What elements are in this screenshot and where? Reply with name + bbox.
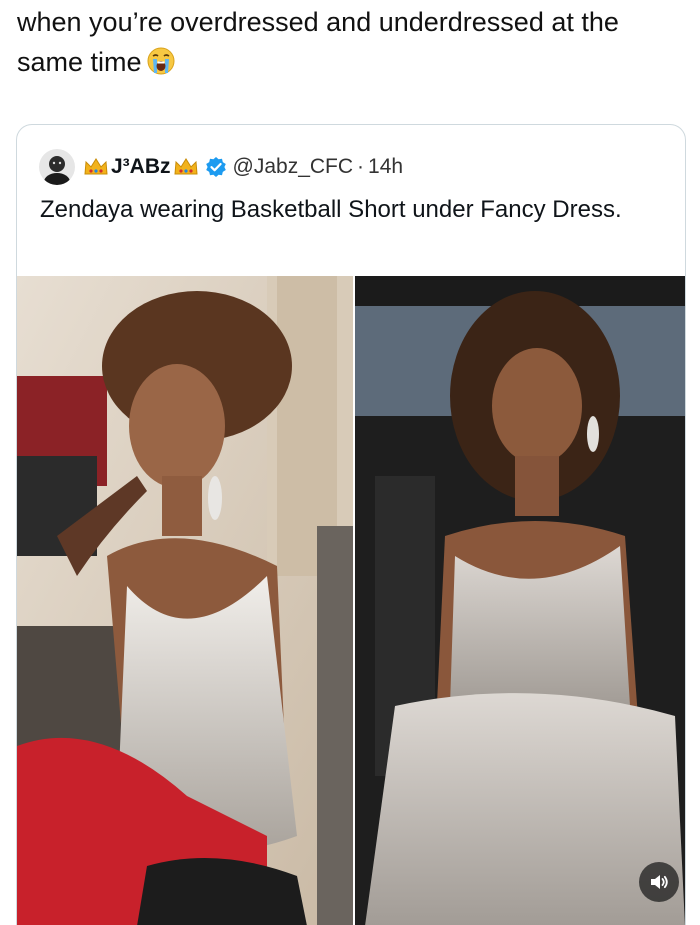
caption-text: when you’re overdressed and underdressed… (17, 7, 619, 77)
photo-right-image (355, 276, 685, 925)
volume-button[interactable] (639, 862, 679, 902)
avatar-image (39, 149, 75, 185)
photo-right[interactable] (355, 276, 685, 925)
separator-dot: · (357, 155, 365, 178)
photo-left-image (17, 276, 353, 925)
timestamp[interactable]: 14h (368, 155, 403, 179)
quoted-tweet-card[interactable]: J³ABz @Jabz_CFC · 14h Zendaya wearing Ba… (16, 124, 686, 925)
avatar[interactable] (39, 149, 75, 185)
loudly-crying-face-icon (147, 47, 175, 75)
post-caption: when you’re overdressed and underdressed… (17, 2, 677, 82)
tweet-text: Zendaya wearing Basketball Short under F… (40, 196, 622, 223)
photo-left[interactable] (17, 276, 353, 925)
crown-icon (173, 158, 198, 175)
media-grid (17, 276, 685, 925)
display-name[interactable]: J³ABz (111, 155, 171, 179)
speaker-volume-icon (651, 875, 668, 889)
verified-badge-icon (205, 157, 226, 177)
handle[interactable]: @Jabz_CFC (233, 155, 354, 179)
tweet-header: J³ABz @Jabz_CFC · 14h (39, 147, 403, 187)
post: when you’re overdressed and underdressed… (0, 0, 700, 925)
crown-icon (84, 158, 108, 175)
